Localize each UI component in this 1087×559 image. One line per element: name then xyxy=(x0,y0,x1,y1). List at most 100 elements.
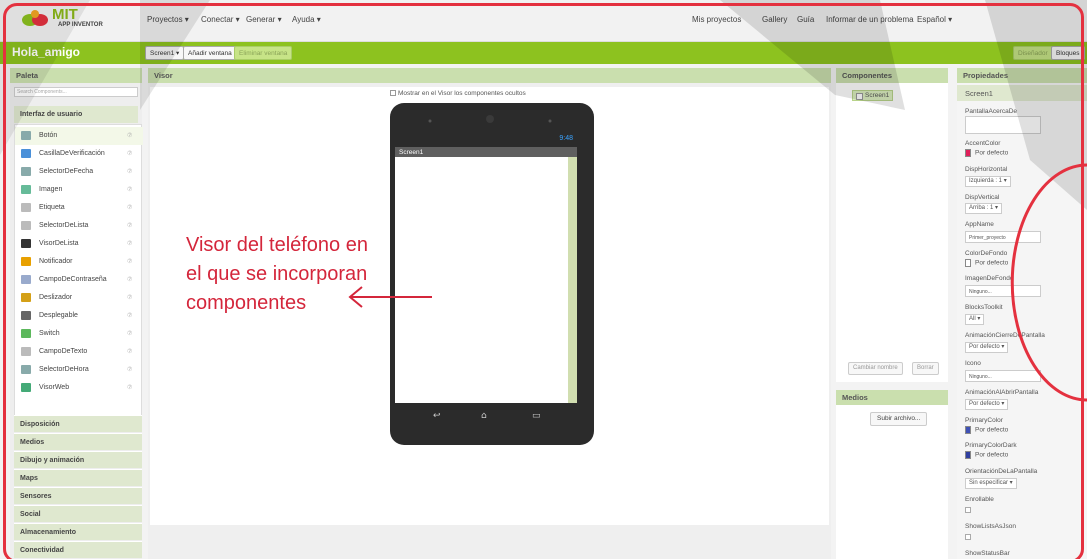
palette-category[interactable]: Medios xyxy=(14,433,142,450)
link-guia[interactable]: Guía xyxy=(797,15,814,24)
components-title: Componentes xyxy=(836,68,948,83)
help-icon[interactable]: ⑦ xyxy=(127,186,132,193)
palette-item[interactable]: CampoDeTexto ⑦ xyxy=(15,343,143,361)
palette-item[interactable]: CasillaDeVerificación ⑦ xyxy=(15,145,143,163)
remove-window-button[interactable]: Eliminar ventana xyxy=(234,46,293,60)
prop-blocks-label: BlocksToolkit xyxy=(965,304,1003,311)
properties-panel: Propiedades Screen1 PantallaAcercaDe Acc… xyxy=(957,68,1087,559)
palette-category[interactable]: Maps xyxy=(14,469,142,486)
link-gallery[interactable]: Gallery xyxy=(762,15,787,24)
palette-category[interactable]: Social xyxy=(14,505,142,522)
help-icon[interactable]: ⑦ xyxy=(127,330,132,337)
help-icon[interactable]: ⑦ xyxy=(127,276,132,283)
blocks-select[interactable]: All ▾ xyxy=(965,314,985,325)
palette-category[interactable]: Conectividad xyxy=(14,541,142,558)
palette-item[interactable]: Desplegable ⑦ xyxy=(15,307,143,325)
designer-button[interactable]: Diseñador xyxy=(1013,46,1053,60)
help-icon[interactable]: ⑦ xyxy=(127,222,132,229)
disph-select[interactable]: Izquierda : 1 ▾ xyxy=(965,176,1011,187)
palette-item[interactable]: VisorWeb ⑦ xyxy=(15,379,143,397)
bgcolor-swatch xyxy=(965,259,971,267)
bgcolor-picker[interactable]: Por defecto xyxy=(965,259,1008,267)
blocks-button[interactable]: Bloques xyxy=(1051,46,1085,60)
phone-top xyxy=(428,115,552,123)
about-textarea[interactable] xyxy=(965,116,1041,134)
menu-generar[interactable]: Generar ▾ xyxy=(246,15,282,24)
project-name: Hola_amigo xyxy=(12,45,81,59)
help-icon[interactable]: ⑦ xyxy=(127,258,132,265)
accent-color-picker[interactable]: Por defecto xyxy=(965,149,1008,157)
bgimage-input[interactable]: Ninguno... xyxy=(965,285,1041,297)
primary-value: Por defecto xyxy=(975,426,1009,434)
palette-item-label: Etiqueta xyxy=(39,204,65,211)
palette-item[interactable]: Switch ⑦ xyxy=(15,325,143,343)
help-icon[interactable]: ⑦ xyxy=(127,150,132,157)
upload-button[interactable]: Subir archivo... xyxy=(870,412,928,426)
prop-showlists-label: ShowListsAsJson xyxy=(965,523,1016,530)
accent-swatch xyxy=(965,149,971,157)
viewer-panel: Visor Mostrar en el Visor los componente… xyxy=(148,68,831,559)
help-icon[interactable]: ⑦ xyxy=(127,240,132,247)
tree-screen1[interactable]: Screen1 xyxy=(852,90,894,101)
checkbox-icon xyxy=(390,90,396,97)
prop-anim-close-label: AnimaciónCierreDePantalla xyxy=(965,332,1045,339)
help-icon[interactable]: ⑦ xyxy=(127,132,132,139)
prop-primary-dark-label: PrimaryColorDark xyxy=(965,442,1017,449)
primary-dark-picker[interactable]: Por defecto xyxy=(965,451,1008,459)
appname-input[interactable]: Primer_proyecto xyxy=(965,231,1041,243)
phone-screen[interactable]: Screen1 xyxy=(395,147,577,403)
search-input[interactable]: Search Components... xyxy=(14,87,138,97)
menu-ayuda[interactable]: Ayuda ▾ xyxy=(292,15,321,24)
date-picker-icon xyxy=(21,167,31,176)
scrollable-checkbox[interactable] xyxy=(965,507,971,513)
palette-category[interactable]: Disposición xyxy=(14,415,142,432)
primary-color-picker[interactable]: Por defecto xyxy=(965,426,1008,434)
link-informar[interactable]: Informar de un problema xyxy=(826,15,914,24)
icon-input[interactable]: Ninguno... xyxy=(965,370,1041,382)
palette-item[interactable]: SelectorDeFecha ⑦ xyxy=(15,163,143,181)
phone-mockup: 9:48 Screen1 ↩ ⌂ ▭ xyxy=(390,103,594,445)
add-window-button[interactable]: Añadir ventana xyxy=(183,46,237,60)
menu-proyectos[interactable]: Proyectos ▾ xyxy=(147,15,189,24)
help-icon[interactable]: ⑦ xyxy=(127,312,132,319)
prop-icon-label: Icono xyxy=(965,360,981,367)
palette-item[interactable]: SelectorDeLista ⑦ xyxy=(15,217,143,235)
palette-item[interactable]: Deslizador ⑦ xyxy=(15,289,143,307)
link-mis-proyectos[interactable]: Mis proyectos xyxy=(692,15,741,24)
anim-close-select[interactable]: Por defecto ▾ xyxy=(965,342,1009,353)
delete-button[interactable]: Borrar xyxy=(912,362,939,375)
rename-button[interactable]: Cambiar nombre xyxy=(848,362,903,375)
palette-category[interactable]: Almacenamiento xyxy=(14,523,142,540)
language-select[interactable]: Español ▾ xyxy=(917,15,952,24)
help-icon[interactable]: ⑦ xyxy=(127,294,132,301)
palette-item[interactable]: Etiqueta ⑦ xyxy=(15,199,143,217)
palette-item[interactable]: Notificador ⑦ xyxy=(15,253,143,271)
back-icon: ↩ xyxy=(433,411,441,421)
dispv-select[interactable]: Arriba : 1 ▾ xyxy=(965,203,1003,214)
showlists-checkbox[interactable] xyxy=(965,534,971,540)
anim-open-select[interactable]: Por defecto ▾ xyxy=(965,399,1009,410)
viewer-title: Visor xyxy=(148,68,831,83)
show-hidden-label: Mostrar en el Visor los componentes ocul… xyxy=(398,90,526,97)
mit-logo[interactable]: MIT APP INVENTOR xyxy=(20,6,130,34)
show-hidden-checkbox[interactable]: Mostrar en el Visor los componentes ocul… xyxy=(390,90,526,97)
palette-item[interactable]: Imagen ⑦ xyxy=(15,181,143,199)
palette-item[interactable]: SelectorDeHora ⑦ xyxy=(15,361,143,379)
palette-category[interactable]: Sensores xyxy=(14,487,142,504)
help-icon[interactable]: ⑦ xyxy=(127,384,132,391)
help-icon[interactable]: ⑦ xyxy=(127,204,132,211)
palette-item-label: SelectorDeFecha xyxy=(39,168,94,175)
orientation-select[interactable]: Sin especificar ▾ xyxy=(965,478,1017,489)
properties-screen: Screen1 xyxy=(957,85,1087,101)
menu-conectar[interactable]: Conectar ▾ xyxy=(201,15,240,24)
palette-category[interactable]: Dibujo y animación xyxy=(14,451,142,468)
screen-select[interactable]: Screen1 ▾ xyxy=(145,46,185,60)
palette-item[interactable]: VisorDeLista ⑦ xyxy=(15,235,143,253)
help-icon[interactable]: ⑦ xyxy=(127,168,132,175)
palette-item[interactable]: CampoDeContraseña ⑦ xyxy=(15,271,143,289)
palette-item[interactable]: Botón ⑦ xyxy=(15,127,143,145)
help-icon[interactable]: ⑦ xyxy=(127,348,132,355)
help-icon[interactable]: ⑦ xyxy=(127,366,132,373)
category-interfaz[interactable]: Interfaz de usuario xyxy=(14,106,138,123)
notifier-icon xyxy=(21,257,31,266)
